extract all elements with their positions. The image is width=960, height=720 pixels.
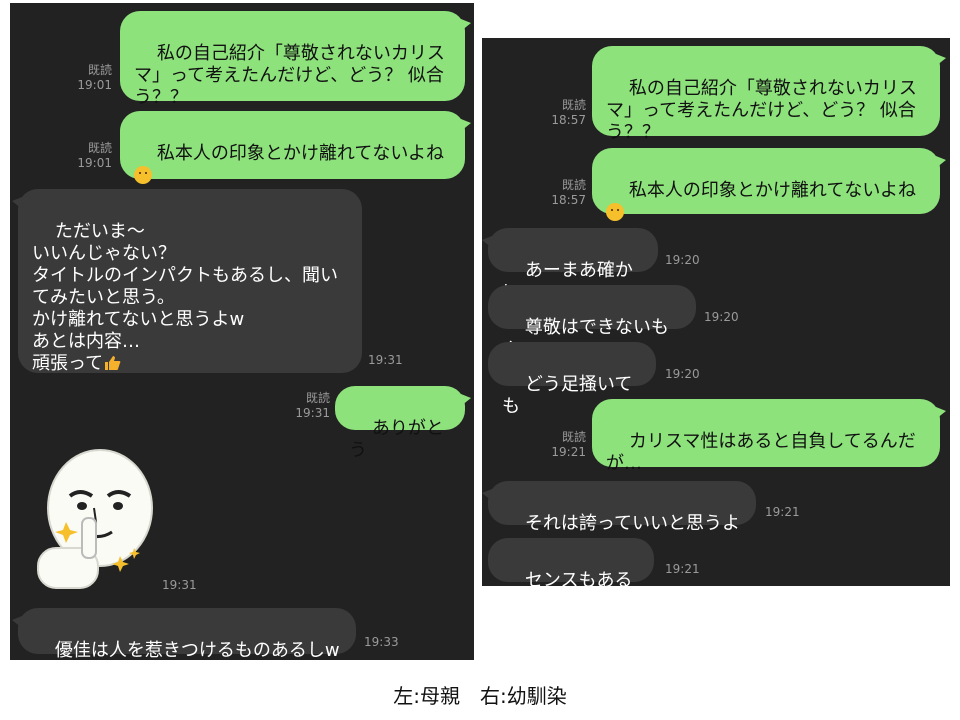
read-receipt: 既読 xyxy=(87,141,112,155)
message-time: 19:20 xyxy=(665,253,700,267)
message-meta: 19:20 xyxy=(665,367,705,382)
message-text: 私の自己紹介「尊敬されないカリスマ」って考えたんだけど、どう？ 似合う？？ xyxy=(606,78,917,143)
moon-character-sticker[interactable] xyxy=(30,448,160,593)
received-message-bubble[interactable]: あーまあ確かに xyxy=(482,228,658,303)
message-text: カリスマ性はあると自負してるんだが… xyxy=(606,431,916,474)
message-text: ありがとう xyxy=(349,418,444,461)
thinking-face-icon xyxy=(606,203,624,221)
message-text: 私本人の印象とかけ離れてないよね xyxy=(628,180,916,201)
read-receipt: 既読 xyxy=(305,391,330,405)
thumbs-up-icon xyxy=(105,356,121,370)
received-message-bubble[interactable]: それは誇っていいと思うよ xyxy=(482,481,756,534)
thinking-face-icon xyxy=(134,166,152,184)
message-text: 私の自己紹介「尊敬されないカリスマ」って考えたんだけど、どう？ 似合う？？ xyxy=(134,43,445,108)
message-text: ただいま〜 いいんじゃない？ タイトルのインパクトもあるし、聞いてみたいと思う。… xyxy=(32,221,338,374)
sent-message-bubble[interactable]: ありがとう xyxy=(335,386,471,461)
message-time: 19:21 xyxy=(765,505,800,519)
message-text: 私本人の印象とかけ離れてないよね xyxy=(156,143,444,164)
message-time: 19:01 xyxy=(77,156,112,170)
message-time: 19:01 xyxy=(77,78,112,92)
message-meta: 既読 19:01 xyxy=(72,63,112,93)
message-meta: 19:20 xyxy=(665,253,705,268)
message-meta: 既読 18:57 xyxy=(546,98,586,128)
message-time: 19:21 xyxy=(665,562,700,576)
received-message-bubble[interactable]: どう足掻いても xyxy=(488,342,656,417)
message-time: 19:31 xyxy=(368,353,403,367)
message-meta: 既読 19:21 xyxy=(546,430,586,460)
message-text: 優佳は人を惹きつけるものあるしw xyxy=(54,640,340,661)
message-meta: 19:33 xyxy=(364,635,404,650)
read-receipt: 既読 xyxy=(87,63,112,77)
sent-message-bubble[interactable]: 私の自己紹介「尊敬されないカリスマ」って考えたんだけど、どう？ 似合う？？ xyxy=(120,11,471,108)
left-chat-panel: 既読 19:01 私の自己紹介「尊敬されないカリスマ」って考えたんだけど、どう？… xyxy=(10,3,474,661)
message-time: 19:33 xyxy=(364,635,399,649)
message-time: 19:20 xyxy=(704,310,739,324)
message-meta: 既読 19:01 xyxy=(72,141,112,171)
read-receipt: 既読 xyxy=(561,430,586,444)
message-time: 19:31 xyxy=(295,406,330,420)
message-meta: 19:31 xyxy=(368,353,408,368)
message-meta: 19:21 xyxy=(765,505,805,520)
received-message-bubble[interactable]: 尊敬はできないもん xyxy=(488,285,696,360)
message-time: 18:57 xyxy=(551,113,586,127)
right-chat-panel: 既読 18:57 私の自己紹介「尊敬されないカリスマ」って考えたんだけど、どう？… xyxy=(482,38,950,613)
message-meta: 既読 18:57 xyxy=(546,178,586,208)
message-time: 19:31 xyxy=(162,578,197,592)
message-time: 19:21 xyxy=(551,445,586,459)
sent-message-bubble[interactable]: 私の自己紹介「尊敬されないカリスマ」って考えたんだけど、どう？ 似合う？？ xyxy=(592,46,946,143)
message-meta: 既読 19:31 xyxy=(290,391,330,421)
sent-message-bubble[interactable]: カリスマ性はあると自負してるんだが… xyxy=(592,399,946,474)
received-message-bubble[interactable]: ただいま〜 いいんじゃない？ タイトルのインパクトもあるし、聞いてみたいと思う。… xyxy=(12,189,362,374)
image-caption: 左:母親 右:幼馴染 xyxy=(393,684,567,708)
received-message-bubble[interactable]: センスもあるし xyxy=(488,538,654,613)
message-meta: 19:21 xyxy=(665,562,705,577)
message-text: センスもあるし xyxy=(502,570,633,613)
read-receipt: 既読 xyxy=(561,98,586,112)
read-receipt: 既読 xyxy=(561,178,586,192)
sent-message-bubble[interactable]: 私本人の印象とかけ離れてないよね xyxy=(592,148,946,221)
message-time: 18:57 xyxy=(551,193,586,207)
sent-message-bubble[interactable]: 私本人の印象とかけ離れてないよね xyxy=(120,111,471,184)
message-meta: 19:31 xyxy=(162,578,202,593)
message-meta: 19:20 xyxy=(704,310,744,325)
received-message-bubble[interactable]: 優佳は人を惹きつけるものあるしw xyxy=(12,608,356,661)
message-text: それは誇っていいと思うよ xyxy=(524,513,740,534)
message-time: 19:20 xyxy=(665,367,700,381)
